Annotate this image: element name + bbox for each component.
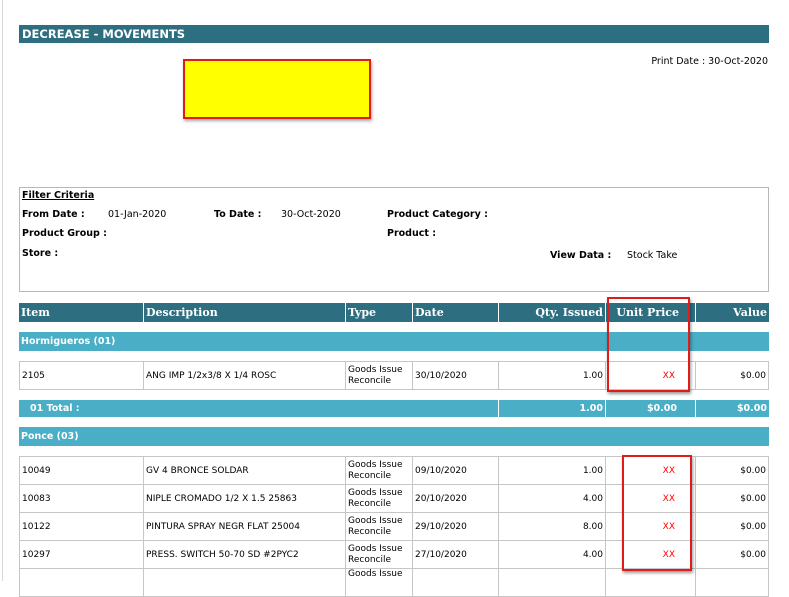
product-category-label: Product Category : — [387, 209, 488, 220]
col-header-description: Description — [144, 303, 346, 322]
type-line1: Goods Issue — [348, 515, 403, 526]
group-total-row: 01 Total : 1.00 $0.00 $0.00 — [19, 400, 769, 417]
cell-type: Goods Issue Reconcile — [346, 485, 413, 513]
type-line1: Goods Issue — [348, 543, 403, 554]
cell-description: PINTURA SPRAY NEGR FLAT 25004 — [144, 513, 346, 541]
total-value: $0.00 — [696, 400, 769, 417]
total-qty: 1.00 — [499, 400, 606, 417]
view-data-value: Stock Take — [627, 250, 678, 261]
cell-item: 2105 — [19, 361, 144, 390]
to-date-label: To Date : — [214, 209, 262, 220]
cell-value: $0.00 — [696, 361, 769, 390]
cell-date: 30/10/2020 — [413, 361, 499, 390]
report-title: DECREASE - MOVEMENTS — [19, 25, 769, 43]
cell-qty: 4.00 — [499, 541, 606, 569]
view-data-label: View Data : — [550, 250, 612, 261]
product-label: Product : — [387, 228, 437, 239]
group-name: Ponce (03) — [19, 427, 769, 446]
cell-description: PRESS. SWITCH 50-70 SD #2PYC2 — [144, 541, 346, 569]
cell-item — [19, 569, 144, 597]
window-left-edge — [2, 0, 3, 581]
highlight-unit-price-top — [607, 297, 690, 392]
col-header-type: Type — [346, 303, 413, 322]
type-line2: Reconcile — [348, 526, 392, 537]
type-line2: Reconcile — [348, 498, 392, 509]
from-date-value: 01-Jan-2020 — [108, 209, 167, 220]
cell-date: 20/10/2020 — [413, 485, 499, 513]
cell-date — [413, 569, 499, 597]
type-line1: Goods Issue — [348, 459, 403, 470]
total-label: 01 Total : — [19, 400, 499, 417]
col-header-item: Item — [19, 303, 144, 322]
cell-date: 29/10/2020 — [413, 513, 499, 541]
type-line1: Goods Issue — [348, 364, 403, 375]
cell-unit-price — [606, 569, 696, 597]
cell-qty: 1.00 — [499, 361, 606, 390]
type-line2: Reconcile — [348, 375, 392, 386]
col-header-date: Date — [413, 303, 499, 322]
redacted-logo-box — [183, 59, 371, 119]
cell-value: $0.00 — [696, 513, 769, 541]
cell-value — [696, 569, 769, 597]
cell-type: Goods Issue Reconcile — [346, 541, 413, 569]
cell-item: 10297 — [19, 541, 144, 569]
cell-date: 09/10/2020 — [413, 456, 499, 485]
cell-description: GV 4 BRONCE SOLDAR — [144, 456, 346, 485]
cell-description — [144, 569, 346, 597]
table-row: Goods Issue — [19, 569, 769, 597]
cell-type: Goods Issue Reconcile — [346, 361, 413, 390]
group-header-row: Ponce (03) — [19, 427, 769, 446]
product-group-label: Product Group : — [22, 228, 107, 239]
type-line1: Goods Issue — [348, 569, 403, 579]
cell-item: 10049 — [19, 456, 144, 485]
store-label: Store : — [22, 248, 59, 259]
cell-type: Goods Issue — [346, 569, 413, 597]
to-date-value: 30-Oct-2020 — [281, 209, 341, 220]
cell-description: ANG IMP 1/2x3/8 X 1/4 ROSC — [144, 361, 346, 390]
cell-value: $0.00 — [696, 541, 769, 569]
col-header-value: Value — [696, 303, 769, 322]
type-line1: Goods Issue — [348, 487, 403, 498]
type-line2: Reconcile — [348, 470, 392, 481]
highlight-unit-price-bottom — [622, 455, 692, 571]
cell-value: $0.00 — [696, 485, 769, 513]
col-header-qty-issued: Qty. Issued — [499, 303, 606, 322]
cell-value: $0.00 — [696, 456, 769, 485]
cell-qty: 1.00 — [499, 456, 606, 485]
cell-type: Goods Issue Reconcile — [346, 456, 413, 485]
total-unit-price: $0.00 — [606, 400, 696, 417]
type-line2: Reconcile — [348, 554, 392, 565]
cell-item: 10083 — [19, 485, 144, 513]
cell-description: NIPLE CROMADO 1/2 X 1.5 25863 — [144, 485, 346, 513]
cell-item: 10122 — [19, 513, 144, 541]
cell-qty: 8.00 — [499, 513, 606, 541]
cell-type: Goods Issue Reconcile — [346, 513, 413, 541]
print-date: Print Date : 30-Oct-2020 — [651, 56, 768, 67]
filter-title: Filter Criteria — [22, 190, 95, 201]
cell-qty: 4.00 — [499, 485, 606, 513]
cell-qty — [499, 569, 606, 597]
cell-date: 27/10/2020 — [413, 541, 499, 569]
from-date-label: From Date : — [22, 209, 85, 220]
filter-criteria-panel: Filter Criteria From Date : 01-Jan-2020 … — [19, 187, 769, 292]
